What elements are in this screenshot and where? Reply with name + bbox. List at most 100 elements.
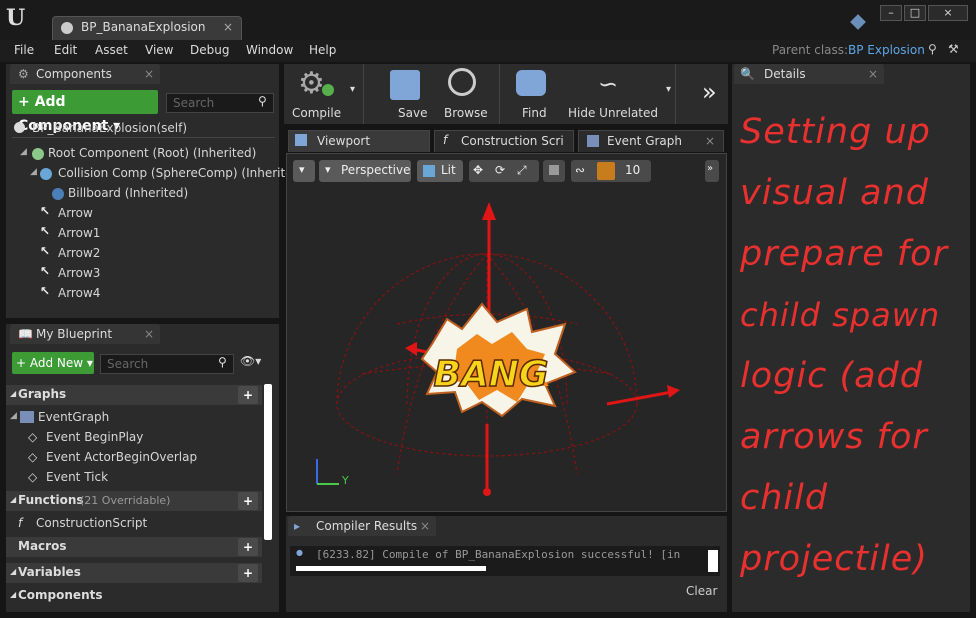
snap-icon[interactable]: ∾ <box>575 163 585 177</box>
rotate-icon[interactable]: ⟳ <box>495 163 505 177</box>
close-icon[interactable]: × <box>868 67 878 81</box>
tab-event-graph[interactable]: Event Graph × <box>578 130 724 152</box>
transform-tools[interactable]: ✥ ⟳ ⤢ <box>469 160 539 182</box>
scale-icon[interactable]: ⤢ <box>517 163 527 178</box>
tab-construction-script[interactable]: f Construction Scri <box>434 130 574 152</box>
arrow-icon: ↖ <box>40 204 51 218</box>
close-icon[interactable]: × <box>420 519 430 533</box>
my-blueprint-tab[interactable]: 📖 My Blueprint × <box>10 324 160 344</box>
arrow-icon: ↖ <box>40 264 51 278</box>
tree-item-label: Arrow3 <box>58 266 101 280</box>
tab-label: Construction Scri <box>461 134 564 148</box>
clear-button[interactable]: Clear <box>686 584 717 598</box>
section-label: Graphs <box>18 387 67 401</box>
dropdown-icon: ▾ <box>325 163 331 176</box>
expand-toolbar-icon[interactable]: » <box>702 78 717 106</box>
vertical-scrollbar[interactable] <box>708 550 718 572</box>
details-icon: 🔍 <box>740 67 755 81</box>
menu-file[interactable]: File <box>14 43 34 57</box>
root-component-icon <box>32 148 44 160</box>
parent-class-link[interactable]: BP Explosion <box>848 43 925 57</box>
viewport[interactable]: BANG Y ▾ ▾ Perspective Lit ✥ ⟳ ⤢ ∾ 10 » <box>286 153 727 512</box>
scrollbar[interactable] <box>264 384 272 540</box>
graph-icon <box>587 135 599 147</box>
viewport-options-button[interactable]: ▾ <box>293 160 315 182</box>
parent-class-label: Parent class: <box>772 43 849 57</box>
details-tab[interactable]: 🔍 Details × <box>734 64 884 84</box>
maximize-button[interactable]: □ <box>904 5 926 21</box>
browse-button[interactable]: Browse <box>432 64 500 124</box>
eye-icon[interactable]: 👁▾ <box>240 354 261 368</box>
tab-viewport[interactable]: Viewport <box>288 130 430 152</box>
find-parent-icon[interactable]: ⚲ <box>928 42 937 56</box>
my-blueprint-panel: 📖 My Blueprint × + Add New ▾ Search ⚲ 👁▾… <box>6 324 279 612</box>
add-graph-button[interactable]: + <box>238 386 258 404</box>
book-icon: 📖 <box>18 327 33 341</box>
gears-icon: ⚙ <box>298 66 325 101</box>
graphs-section[interactable]: ◢ Graphs + <box>6 385 262 405</box>
close-icon[interactable]: × <box>144 327 154 341</box>
components-tab[interactable]: ⚙ Components × <box>10 64 160 84</box>
menu-view[interactable]: View <box>145 43 173 57</box>
self-row[interactable]: BP_BananaExplosion(self) <box>12 120 275 138</box>
add-new-button[interactable]: + Add New ▾ <box>12 352 94 374</box>
close-window-button[interactable]: × <box>928 5 968 21</box>
tree-item-label: Billboard (Inherited) <box>68 186 189 200</box>
add-function-button[interactable]: + <box>238 492 258 510</box>
dropdown-icon[interactable]: ▾ <box>666 84 671 95</box>
add-component-button[interactable]: + Add Component ▾ <box>12 90 158 134</box>
variables-section[interactable]: ◢ Variables + <box>6 563 262 583</box>
expand-icon: ◢ <box>10 567 17 576</box>
arrow-icon: ↖ <box>40 284 51 298</box>
note-line: Setting up <box>740 112 931 152</box>
components-icon: ⚙ <box>18 67 29 81</box>
grid-size-value[interactable]: 10 <box>625 163 640 177</box>
cube-icon <box>423 165 435 177</box>
close-icon[interactable]: × <box>705 134 715 148</box>
tab-label: Event Graph <box>607 134 682 148</box>
find-button[interactable]: Find <box>504 64 560 124</box>
source-control-icon[interactable] <box>850 14 866 30</box>
document-tab[interactable]: BP_BananaExplosion × <box>52 16 242 40</box>
blueprint-search-input[interactable]: Search <box>100 354 234 374</box>
compile-button[interactable]: ⚙ ▾ Compile <box>284 64 364 124</box>
arrow-icon: ↖ <box>40 224 51 238</box>
menu-window[interactable]: Window <box>246 43 293 57</box>
macros-section[interactable]: Macros + <box>6 537 262 557</box>
tree-item-label: ConstructionScript <box>36 516 148 530</box>
components-category[interactable]: ◢ Components <box>6 586 272 606</box>
minimize-button[interactable]: – <box>880 5 902 21</box>
compile-options-icon[interactable]: ▾ <box>350 84 355 95</box>
viewport-more-button[interactable]: » <box>705 160 719 182</box>
close-icon[interactable]: × <box>144 67 154 81</box>
perspective-button[interactable]: ▾ Perspective <box>319 160 411 182</box>
menu-asset[interactable]: Asset <box>95 43 128 57</box>
lit-button[interactable]: Lit <box>417 160 463 182</box>
event-icon: ◇ <box>28 450 38 464</box>
hide-unrelated-button[interactable]: ∽ ▾ Hide Unrelated <box>564 64 676 124</box>
translate-icon[interactable]: ✥ <box>473 163 483 177</box>
status-ok-icon <box>322 84 334 96</box>
close-tab-icon[interactable]: × <box>223 20 233 34</box>
functions-section[interactable]: ◢ Functions (21 Overridable) + <box>6 491 262 511</box>
surface-snap-button[interactable] <box>543 160 565 182</box>
grid-icon[interactable] <box>597 162 615 180</box>
add-macro-button[interactable]: + <box>238 538 258 556</box>
tree-item-label: Event BeginPlay <box>46 430 144 444</box>
menu-help[interactable]: Help <box>309 43 336 57</box>
compiler-results-tab[interactable]: ▸ Compiler Results × <box>288 516 436 536</box>
horizontal-scrollbar[interactable] <box>296 566 486 571</box>
menu-edit[interactable]: Edit <box>54 43 77 57</box>
save-button[interactable]: Save <box>376 64 432 124</box>
tree-item-label: Arrow2 <box>58 246 101 260</box>
menu-debug[interactable]: Debug <box>190 43 229 57</box>
expand-icon: ◢ <box>10 590 17 599</box>
add-variable-button[interactable]: + <box>238 564 258 582</box>
tree-item-label: Event Tick <box>46 470 109 484</box>
self-label: BP_BananaExplosion(self) <box>32 121 188 135</box>
note-line: logic (add <box>740 356 923 396</box>
wrench-icon[interactable]: ⚒ <box>948 42 959 56</box>
grid-snap-group[interactable]: ∾ 10 <box>571 160 651 182</box>
note-line: child spawn <box>740 296 941 334</box>
toolbar: ⚙ ▾ Compile Save Browse Find ∽ ▾ Hide Un… <box>284 64 728 124</box>
